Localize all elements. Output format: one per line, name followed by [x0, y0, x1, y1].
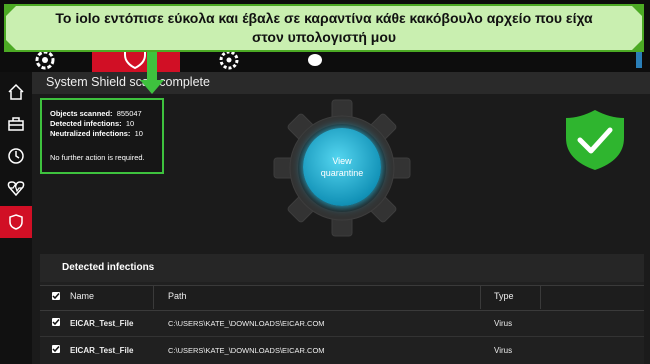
briefcase-icon [8, 117, 24, 131]
home-icon [8, 83, 24, 100]
table-header [40, 285, 644, 311]
row-divider [40, 336, 644, 337]
sidebar-item-health[interactable] [0, 172, 32, 204]
objects-scanned-label: Objects scanned: [50, 109, 113, 118]
row-path: C:\USERS\KATE_\DOWNLOADS\EICAR.COM [168, 346, 325, 355]
page-title: System Shield scan complete [46, 75, 210, 89]
check-icon [52, 293, 60, 300]
detected-infections-label: Detected infections: [50, 119, 122, 128]
row-checkbox[interactable] [52, 318, 60, 326]
check-icon [52, 319, 60, 326]
detected-infections-value: 10 [125, 119, 135, 128]
row-checkbox[interactable] [52, 345, 60, 353]
view-quarantine-button[interactable]: View quarantine [303, 128, 381, 206]
detected-infections-row: Detected infections: 10 [50, 119, 134, 128]
column-divider [480, 285, 481, 309]
neutralized-infections-row: Neutralized infections: 10 [50, 129, 143, 138]
neutralized-infections-value: 10 [134, 129, 143, 138]
clock-icon [8, 148, 24, 164]
shield-check-icon [566, 110, 624, 170]
annotation-arrow-head [140, 80, 164, 94]
sidebar-item-toolbox[interactable] [0, 108, 32, 140]
scan-stats-box: Objects scanned: 855047 Detected infecti… [40, 98, 164, 174]
select-all-checkbox[interactable] [52, 292, 60, 300]
shield-icon [9, 214, 23, 230]
sidebar-item-home[interactable] [0, 76, 32, 108]
column-header-type[interactable]: Type [494, 291, 514, 301]
sidebar-item-security[interactable] [0, 206, 32, 238]
heartbeat-icon [7, 181, 25, 197]
sidebar-item-history[interactable] [0, 140, 32, 172]
row-type: Virus [494, 346, 513, 355]
status-note: No further action is required. [50, 153, 145, 162]
row-name: EICAR_Test_File [70, 319, 134, 328]
objects-scanned-value: 855047 [116, 109, 142, 118]
neutralized-infections-label: Neutralized infections: [50, 129, 131, 138]
top-right-marker [636, 52, 642, 68]
row-type: Virus [494, 319, 513, 328]
panel-title: Detected infections [62, 262, 155, 273]
check-icon [52, 346, 60, 353]
column-header-name[interactable]: Name [70, 291, 94, 301]
annotation-arrow [147, 52, 157, 82]
banner-corner-decoration [4, 4, 644, 52]
objects-scanned-row: Objects scanned: 855047 [50, 109, 142, 118]
column-header-path[interactable]: Path [168, 291, 187, 301]
row-name: EICAR_Test_File [70, 346, 134, 355]
column-divider [153, 285, 154, 309]
row-path: C:\USERS\KATE_\DOWNLOADS\EICAR.COM [168, 319, 325, 328]
column-divider [540, 285, 541, 309]
view-quarantine-label: View quarantine [320, 156, 364, 178]
